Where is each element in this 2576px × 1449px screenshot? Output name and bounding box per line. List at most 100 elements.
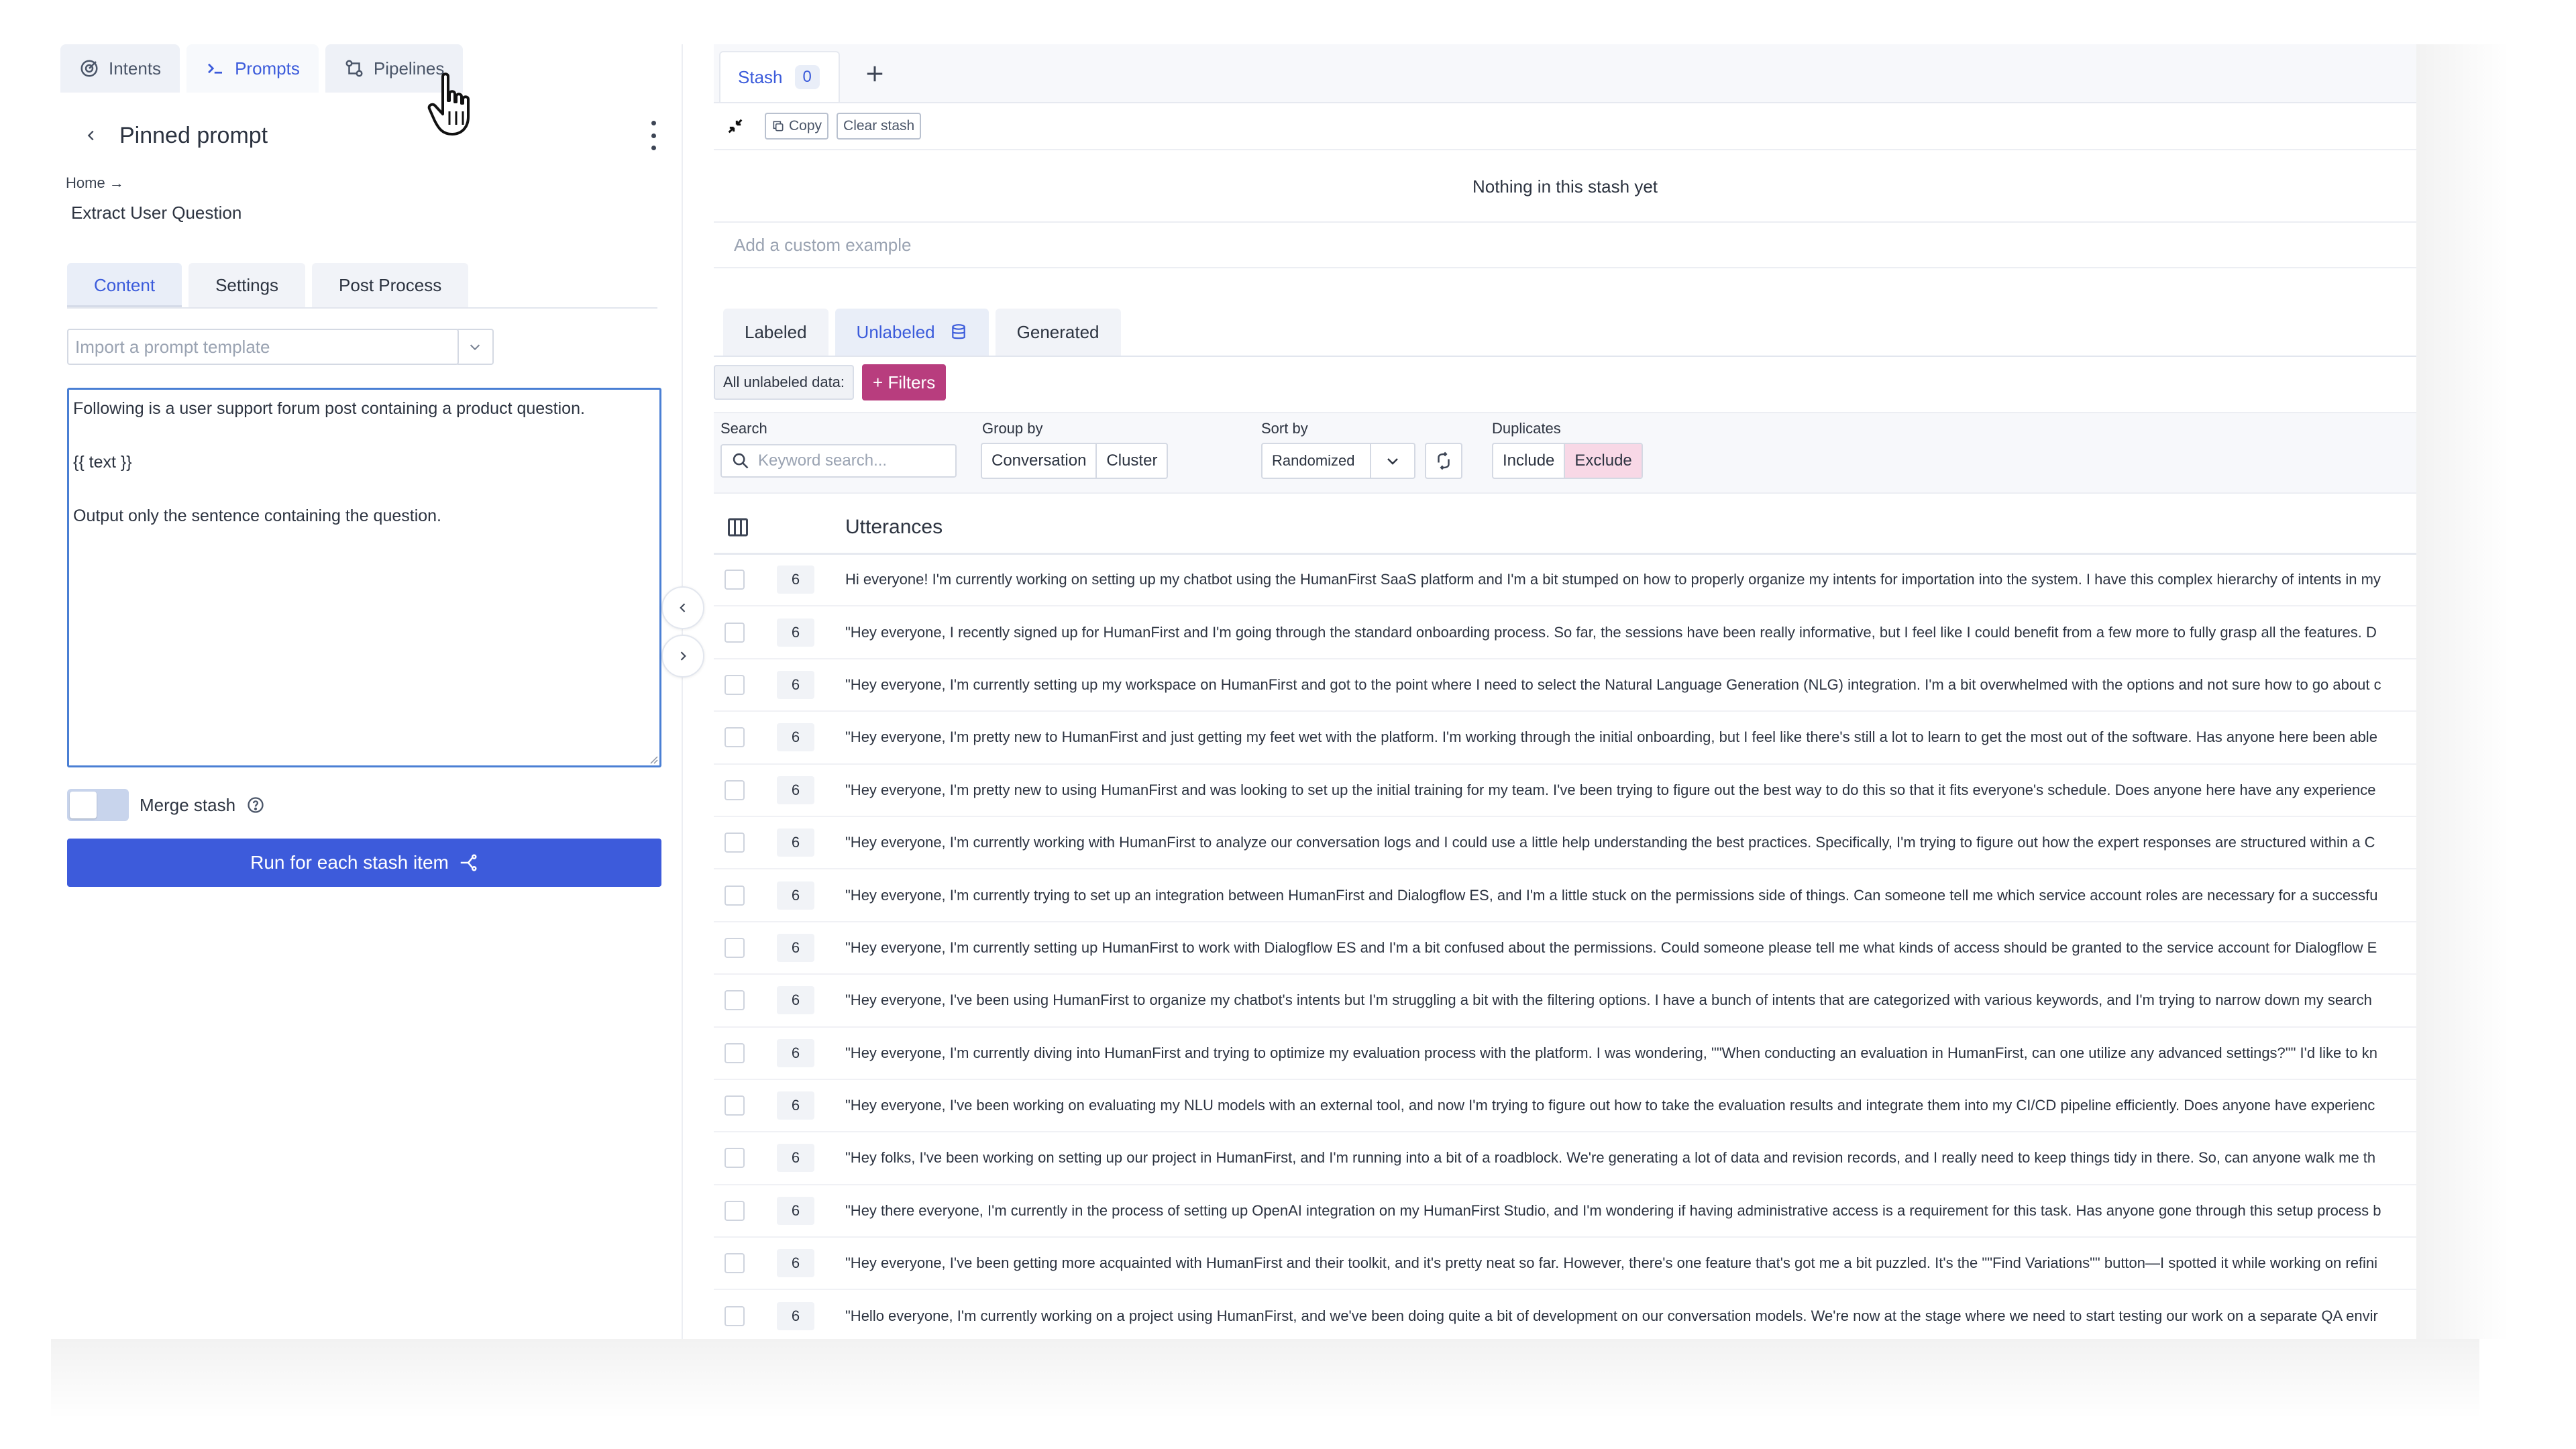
table-row[interactable]: 6 "Hey everyone, I'm currently trying to … <box>714 869 2416 922</box>
tab-unlabeled[interactable]: Unlabeled <box>835 309 989 356</box>
resize-handle-icon[interactable] <box>649 755 658 764</box>
back-button[interactable] <box>78 122 105 149</box>
row-checkbox[interactable] <box>724 1148 745 1169</box>
breadcrumb-home[interactable]: Home → <box>66 174 124 192</box>
window-shadow <box>2416 44 2510 1339</box>
table-row[interactable]: 6 Hi everyone! I'm currently working on s… <box>714 554 2416 607</box>
row-tag-button[interactable]: 6 <box>777 723 814 752</box>
tab-labeled[interactable]: Labeled <box>723 309 828 356</box>
tab-prompts[interactable]: Prompts <box>186 44 319 93</box>
row-checkbox[interactable] <box>724 1095 745 1116</box>
row-tag-button[interactable]: 6 <box>777 828 814 857</box>
empty-stash-message: Nothing in this stash yet <box>714 152 2416 223</box>
utterance-text: "Hey folks, I've been working on setting… <box>845 1149 2376 1167</box>
group-cluster-option[interactable]: Cluster <box>1097 444 1167 478</box>
tab-label: Prompts <box>235 58 300 78</box>
columns-icon[interactable] <box>726 515 750 539</box>
group-conversation-option[interactable]: Conversation <box>982 444 1097 478</box>
table-row[interactable]: 6 "Hey everyone, I've been working on eva… <box>714 1080 2416 1133</box>
search-label: Search <box>720 420 767 437</box>
utterance-text: "Hey everyone, I'm currently setting up … <box>845 938 2377 956</box>
dup-include-option[interactable]: Include <box>1493 444 1566 478</box>
row-checkbox[interactable] <box>724 1200 745 1221</box>
tab-settings[interactable]: Settings <box>189 263 306 307</box>
tab-post-process[interactable]: Post Process <box>312 263 469 307</box>
row-checkbox[interactable] <box>724 885 745 906</box>
add-stash-button[interactable] <box>861 60 888 87</box>
collapse-arrows-icon[interactable] <box>726 117 745 136</box>
row-tag-button[interactable]: 6 <box>777 933 814 962</box>
expand-right-button[interactable] <box>661 635 704 678</box>
add-filters-button[interactable]: + Filters <box>862 364 947 400</box>
table-row[interactable]: 6 "Hey everyone, I'm pretty new to using … <box>714 765 2416 817</box>
row-tag-button[interactable]: 6 <box>777 775 814 804</box>
import-template-dropdown[interactable] <box>458 329 494 365</box>
row-tag-button[interactable]: 6 <box>777 986 814 1015</box>
collapse-left-button[interactable] <box>661 586 704 629</box>
row-checkbox[interactable] <box>724 990 745 1011</box>
row-tag-button[interactable]: 6 <box>777 1301 814 1330</box>
utterance-text: "Hey everyone, I'm currently diving into… <box>845 1044 2378 1061</box>
all-unlabeled-chip[interactable]: All unlabeled data: <box>714 365 855 400</box>
row-checkbox[interactable] <box>724 727 745 748</box>
prompt-line: Output only the sentence containing the … <box>73 506 441 525</box>
row-tag-button[interactable]: 6 <box>777 1091 814 1120</box>
row-tag-button[interactable]: 6 <box>777 1249 814 1278</box>
reshuffle-button[interactable] <box>1425 443 1462 479</box>
table-row[interactable]: 6 "Hey everyone, I'm currently diving int… <box>714 1028 2416 1080</box>
more-options-icon[interactable] <box>645 121 661 150</box>
table-row[interactable]: 6 "Hey there everyone, I'm currently in t… <box>714 1185 2416 1238</box>
merge-stash-toggle[interactable] <box>67 789 129 821</box>
tab-content[interactable]: Content <box>67 263 182 307</box>
run-for-each-button[interactable]: Run for each stash item <box>67 839 661 887</box>
row-tag-button[interactable]: 6 <box>777 1196 814 1225</box>
utterance-text: "Hey everyone, I'm currently trying to s… <box>845 886 2378 904</box>
table-row[interactable]: 6 "Hey everyone, I recently signed up for… <box>714 606 2416 659</box>
app-window: Intents Prompts Pipelines Pinned prompt … <box>51 44 2416 1339</box>
prompt-line: {{ text }} <box>73 453 132 472</box>
tab-generated[interactable]: Generated <box>995 309 1121 356</box>
table-row[interactable]: 6 "Hey everyone, I'm pretty new to HumanF… <box>714 712 2416 765</box>
row-tag-button[interactable]: 6 <box>777 1144 814 1173</box>
help-circle-icon[interactable] <box>246 796 265 814</box>
row-tag-button[interactable]: 6 <box>777 1038 814 1067</box>
row-checkbox[interactable] <box>724 833 745 853</box>
search-input[interactable]: Keyword search... <box>720 444 957 478</box>
table-row[interactable]: 6 "Hey everyone, I've been using HumanFir… <box>714 975 2416 1028</box>
table-row[interactable]: 6 "Hey everyone, I'm currently working wi… <box>714 817 2416 870</box>
custom-example-input[interactable]: Add a custom example <box>714 223 2416 268</box>
plus-icon <box>867 66 883 82</box>
row-checkbox[interactable] <box>724 674 745 695</box>
sort-by-select[interactable]: Randomized <box>1261 443 1415 479</box>
table-row[interactable]: 6 "Hey everyone, I'm currently setting up… <box>714 659 2416 712</box>
clear-stash-button[interactable]: Clear stash <box>837 113 922 140</box>
page-title: Pinned prompt <box>119 122 268 148</box>
row-checkbox[interactable] <box>724 1253 745 1274</box>
stash-tab[interactable]: Stash 0 <box>719 51 840 102</box>
row-checkbox[interactable] <box>724 622 745 643</box>
sort-by-label: Sort by <box>1261 420 1308 437</box>
import-template-select[interactable]: Import a prompt template <box>67 329 459 365</box>
row-tag-button[interactable]: 6 <box>777 566 814 594</box>
refresh-icon <box>1438 451 1450 470</box>
table-row[interactable]: 6 "Hey folks, I've been working on settin… <box>714 1132 2416 1185</box>
table-row[interactable]: 6 "Hello everyone, I'm currently working … <box>714 1290 2416 1339</box>
dup-exclude-option[interactable]: Exclude <box>1565 444 1642 478</box>
row-tag-button[interactable]: 6 <box>777 881 814 910</box>
row-checkbox[interactable] <box>724 1042 745 1063</box>
table-row[interactable]: 6 "Hey everyone, I'm currently setting up… <box>714 922 2416 975</box>
table-row[interactable]: 6 "Hey everyone, I've been getting more a… <box>714 1238 2416 1291</box>
row-checkbox[interactable] <box>724 570 745 590</box>
prompt-editor[interactable]: Following is a user support forum post c… <box>67 388 661 767</box>
search-placeholder: Keyword search... <box>758 451 888 470</box>
row-tag-button[interactable]: 6 <box>777 670 814 699</box>
tab-intents[interactable]: Intents <box>60 44 180 93</box>
row-tag-button[interactable]: 6 <box>777 618 814 647</box>
row-checkbox[interactable] <box>724 937 745 958</box>
row-checkbox[interactable] <box>724 1305 745 1326</box>
row-checkbox[interactable] <box>724 780 745 800</box>
sort-dropdown[interactable] <box>1370 444 1414 478</box>
copy-button[interactable]: Copy <box>765 113 829 140</box>
utterance-text: "Hey everyone, I'm pretty new to using H… <box>845 781 2376 798</box>
prompt-sub-tabs: Content Settings Post Process <box>67 263 469 307</box>
